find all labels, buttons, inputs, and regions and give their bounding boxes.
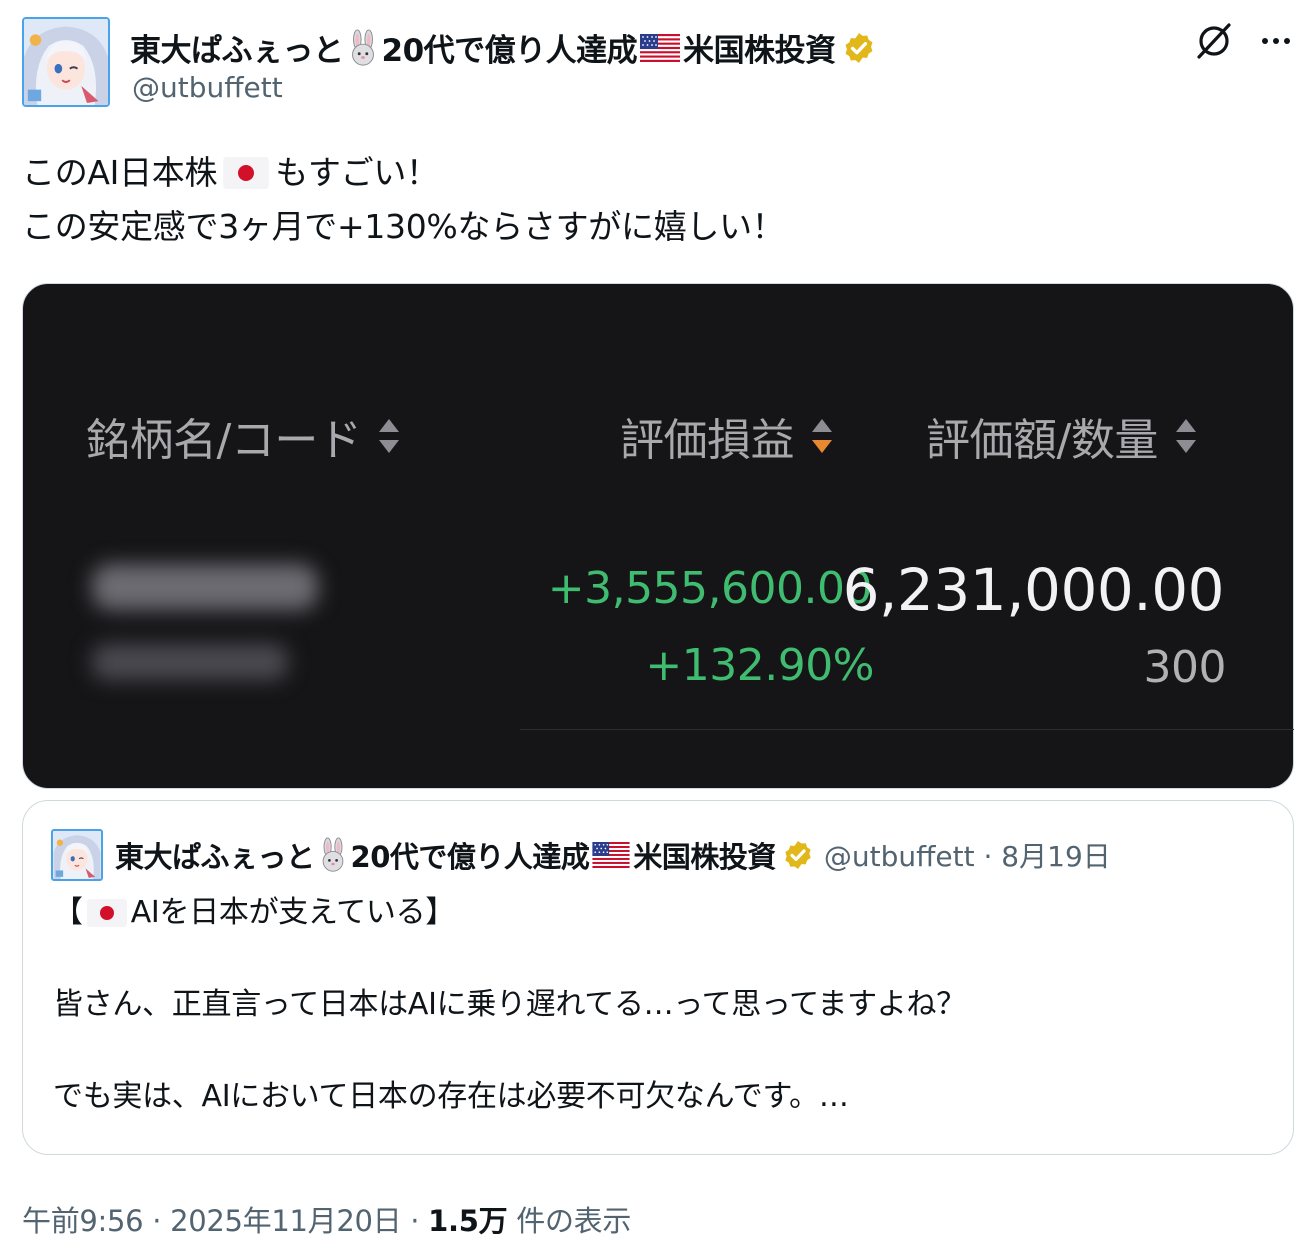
author-name-row[interactable]: 東大ぱふぇっと 20代で億り人達成 米国株投資 [130, 25, 876, 70]
verified-badge-icon [782, 839, 814, 871]
quoted-tweet-text: 【 AIを日本が支えている】 皆さん、正直言って日本はAIに乗り遅れてる…って思… [53, 889, 1273, 1121]
tweet-line2: この安定感で3ヶ月で+130%ならさすがに嬉しい！ [22, 207, 785, 246]
quoted-author-name-part1: 東大ぱふぇっと [115, 840, 315, 874]
rabbit-emoji-icon [344, 29, 382, 67]
us-flag-icon [592, 842, 630, 868]
more-icon[interactable] [1254, 19, 1298, 63]
tweet-line1-start: このAI日本株 [22, 153, 218, 192]
profit-loss-amount: +3,555,600.00 [547, 563, 873, 614]
quoted-author-avatar [51, 829, 103, 881]
tweet-header: 東大ぱふぇっと 20代で億り人達成 米国株投資 @utbuffett [22, 17, 1302, 109]
author-handle[interactable]: @utbuffett [132, 71, 283, 104]
author-name-part2[interactable]: 20代で億り人達成 [382, 25, 638, 70]
col-header-pl-label: 評価損益 [620, 415, 795, 466]
row-divider [520, 729, 1294, 730]
quoted-author-name-part3: 米国株投資 [633, 840, 776, 874]
view-count: 1.5万 [428, 1204, 508, 1238]
author-avatar[interactable] [22, 17, 110, 107]
valuation-amount: 6,231,000.00 [842, 556, 1225, 624]
profit-loss-percent: +132.90% [645, 640, 874, 691]
rabbit-emoji-icon [315, 837, 351, 873]
blurred-stock-name [80, 540, 340, 700]
author-name-part1[interactable]: 東大ぱふぇっと [130, 25, 344, 70]
tweet-line1-end: もすごい！ [275, 153, 439, 192]
sort-icon [379, 419, 400, 453]
verified-badge-icon[interactable] [842, 31, 876, 65]
timestamp[interactable]: 午前9:56 · 2025年11月20日 · [22, 1204, 428, 1238]
quoted-paragraph-1: 皆さん、正直言って日本はAIに乗り遅れてる…って思ってますよね？ [53, 987, 966, 1022]
col-header-pl: 評価損益 [620, 404, 832, 468]
author-name-part3[interactable]: 米国株投資 [683, 25, 836, 70]
sort-active-icon [812, 419, 832, 453]
grok-icon[interactable] [1192, 19, 1236, 63]
us-flag-icon [640, 34, 680, 62]
col-header-value-label: 評価額/数量 [926, 415, 1158, 466]
jp-flag-icon [223, 157, 269, 189]
media-image[interactable] [22, 283, 1294, 789]
tweet-text: このAI日本株 もすごい！ この安定感で3ヶ月で+130%ならさすがに嬉しい！ [22, 146, 1282, 254]
sort-icon [1175, 419, 1196, 453]
tweet-footer: 午前9:56 · 2025年11月20日 · 1.5万 件の表示 [22, 1198, 631, 1240]
quoted-tweet-header: 東大ぱふぇっと 20代で億り人達成 米国株投資 @utbuffett · 8月1… [51, 829, 1111, 881]
share-quantity: 300 [1143, 642, 1227, 693]
quoted-title-bracket: 【 [53, 895, 83, 930]
quoted-paragraph-2: でも実は、AIにおいて日本の存在は必要不可欠なんです。… [53, 1079, 849, 1114]
col-header-name: 銘柄名/コード [86, 404, 400, 468]
quoted-author-name-part2: 20代で億り人達成 [350, 840, 590, 874]
quoted-tweet[interactable]: 東大ぱふぇっと 20代で億り人達成 米国株投資 @utbuffett · 8月1… [22, 800, 1294, 1155]
quoted-title: AIを日本が支えている】 [130, 895, 456, 930]
quoted-handle-date: @utbuffett · 8月19日 [823, 840, 1111, 873]
view-count-label: 件の表示 [507, 1204, 632, 1238]
col-header-name-label: 銘柄名/コード [86, 415, 362, 466]
col-header-value: 評価額/数量 [926, 404, 1196, 468]
jp-flag-icon [87, 899, 127, 927]
